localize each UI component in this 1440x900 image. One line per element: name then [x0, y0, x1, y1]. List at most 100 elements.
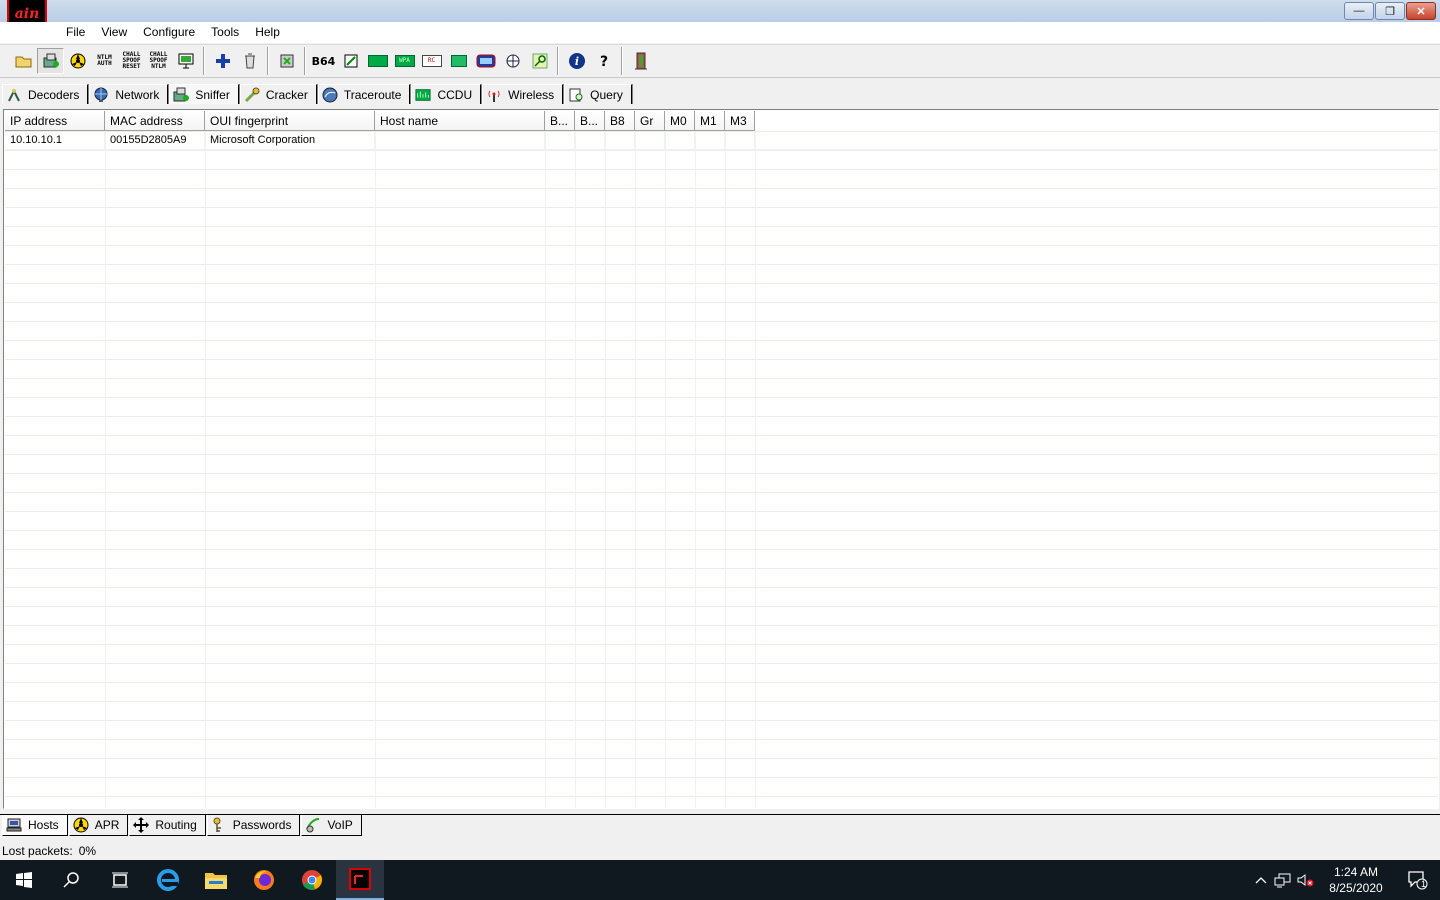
wireless-icon: [486, 87, 502, 103]
table-row[interactable]: 10.10.10.1 00155D2805A9 Microsoft Corpor…: [5, 131, 1438, 150]
tab-label: Traceroute: [343, 87, 402, 102]
tab-query[interactable]: Query: [564, 84, 632, 104]
tab-network[interactable]: Network: [89, 84, 169, 104]
sniffer-subtabs: Hosts APR Routing Passwords VoIP: [0, 814, 1440, 836]
tab-label: VoIP: [327, 818, 353, 832]
delete-button[interactable]: [273, 48, 300, 74]
column-header-ip[interactable]: IP address: [5, 111, 105, 131]
menu-file[interactable]: File: [58, 22, 93, 43]
table-header: IP address MAC address OUI fingerprint H…: [5, 111, 755, 131]
window-controls: — ❐ ✕: [1344, 2, 1436, 20]
column-header-oui[interactable]: OUI fingerprint: [205, 111, 375, 131]
column-divider: [725, 131, 726, 808]
menu-help[interactable]: Help: [247, 22, 288, 43]
tab-wireless[interactable]: Wireless: [482, 84, 564, 104]
tab-sniffer[interactable]: Sniffer: [169, 84, 239, 104]
tab-passwords[interactable]: Passwords: [206, 815, 301, 836]
column-divider: [605, 131, 606, 808]
menu-tools[interactable]: Tools: [203, 22, 247, 43]
column-divider: [375, 131, 376, 808]
chall-spoof-reset-icon: CHALL SPOOF RESET: [122, 51, 141, 70]
column-divider: [205, 131, 206, 808]
lost-packets-value: 0%: [78, 844, 97, 858]
toolbar-separator: [267, 47, 269, 75]
restore-button[interactable]: ❐: [1375, 2, 1405, 20]
lcd-icon-1: [367, 55, 388, 67]
configure-adapter-button[interactable]: [172, 48, 199, 74]
taskbar-clock[interactable]: 1:24 AM 8/25/2020: [1316, 864, 1396, 896]
tab-ccdu[interactable]: CCDU: [411, 84, 482, 104]
menu-configure[interactable]: Configure: [135, 22, 203, 43]
tab-label: Hosts: [28, 818, 59, 832]
minimize-button[interactable]: —: [1344, 2, 1374, 20]
key-icon: [532, 53, 547, 69]
start-apr-button[interactable]: [64, 48, 91, 74]
taskbar-file-explorer[interactable]: [192, 860, 240, 900]
lcd-button-4[interactable]: [445, 48, 472, 74]
task-view-button[interactable]: [96, 860, 144, 900]
taskbar-cain[interactable]: [336, 860, 384, 900]
column-header-b1[interactable]: B...: [545, 111, 575, 131]
chall-spoof-ntlm-button[interactable]: CHALL SPOOF NTLM: [145, 48, 172, 74]
taskbar-firefox[interactable]: [240, 860, 288, 900]
cell-b2: [575, 131, 605, 150]
column-header-hostname[interactable]: Host name: [375, 111, 545, 131]
open-folder-button[interactable]: [10, 48, 37, 74]
menu-view[interactable]: View: [93, 22, 135, 43]
decoders-icon: [6, 87, 22, 103]
search-button[interactable]: [48, 860, 96, 900]
cell-mac: 00155D2805A9: [105, 131, 205, 150]
column-header-gr[interactable]: Gr: [635, 111, 665, 131]
tab-cracker[interactable]: Cracker: [239, 84, 317, 104]
cell-gr: [635, 131, 665, 150]
show-hidden-icons-button[interactable]: [1250, 860, 1272, 900]
help-button[interactable]: ?: [590, 48, 617, 74]
ntlm-auth-button[interactable]: NTLM AUTH: [91, 48, 118, 74]
hash-calculator-button[interactable]: [337, 48, 364, 74]
lcd-button-3[interactable]: RC: [418, 48, 445, 74]
lcd-button-6[interactable]: [499, 48, 526, 74]
column-header-b8[interactable]: B8: [605, 111, 635, 131]
lcd-button-1[interactable]: [364, 48, 391, 74]
column-header-mac[interactable]: MAC address: [105, 111, 205, 131]
tab-decoders[interactable]: Decoders: [2, 84, 89, 104]
tab-traceroute[interactable]: Traceroute: [317, 84, 411, 104]
column-header-m1[interactable]: M1: [695, 111, 725, 131]
lcd-button-5[interactable]: [472, 48, 499, 74]
volume-button[interactable]: [1294, 860, 1316, 900]
routing-icon: [133, 817, 150, 833]
remove-button[interactable]: [236, 48, 263, 74]
key-button[interactable]: [526, 48, 553, 74]
about-button[interactable]: i: [563, 48, 590, 74]
lost-packets-label: Lost packets:: [2, 844, 73, 858]
lcd-icon-3: RC: [421, 55, 442, 67]
sniffer-toggle-icon: [43, 53, 59, 68]
start-sniffer-button[interactable]: [37, 48, 64, 74]
taskbar: 1:24 AM 8/25/2020 1: [0, 860, 1440, 900]
system-tray: 1:24 AM 8/25/2020 1: [1250, 860, 1440, 900]
taskbar-edge[interactable]: [144, 860, 192, 900]
hosts-list[interactable]: IP address MAC address OUI fingerprint H…: [3, 109, 1439, 809]
add-button[interactable]: [209, 48, 236, 74]
start-button[interactable]: [0, 860, 48, 900]
network-status-button[interactable]: [1272, 860, 1294, 900]
tab-routing[interactable]: Routing: [129, 815, 206, 836]
ntlm-auth-icon: NTLM AUTH: [97, 54, 112, 67]
network-icon: [93, 87, 109, 103]
action-center-button[interactable]: 1: [1396, 860, 1440, 900]
taskbar-chrome[interactable]: [288, 860, 336, 900]
open-folder-icon: [15, 56, 31, 68]
column-header-m0[interactable]: M0: [665, 111, 695, 131]
close-button[interactable]: ✕: [1406, 2, 1436, 20]
column-header-b2[interactable]: B...: [575, 111, 605, 131]
exit-button[interactable]: [627, 48, 654, 74]
tab-apr[interactable]: APR: [68, 815, 129, 836]
base64-button[interactable]: B64: [310, 48, 337, 74]
apr-toggle-icon: [70, 53, 85, 69]
toolbar: NTLM AUTH CHALL SPOOF RESET CHALL SPOOF …: [0, 44, 1440, 78]
chall-spoof-reset-button[interactable]: CHALL SPOOF RESET: [118, 48, 145, 74]
tab-hosts[interactable]: Hosts: [2, 815, 68, 836]
tab-voip[interactable]: VoIP: [301, 815, 362, 836]
lcd-button-2[interactable]: WPA: [391, 48, 418, 74]
column-header-m3[interactable]: M3: [725, 111, 755, 131]
